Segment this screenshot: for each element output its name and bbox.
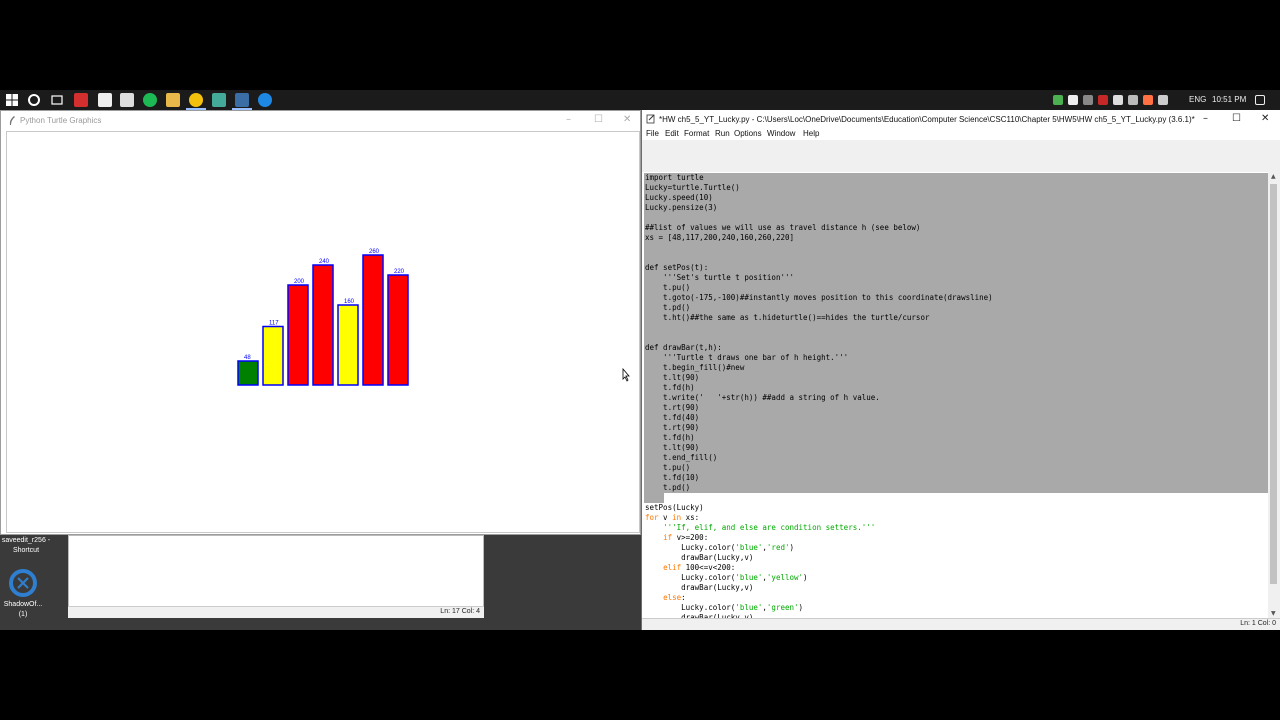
shadow-game-icon[interactable] [8, 568, 38, 598]
menu-options[interactable]: Options [734, 129, 762, 138]
status-line-col: Ln: 1 Col: 0 [1240, 620, 1276, 627]
bar-value-label: 240 [319, 259, 330, 265]
acrobat-icon[interactable] [74, 93, 88, 107]
menu-edit[interactable]: Edit [665, 129, 679, 138]
mouse-cursor-icon [622, 368, 630, 382]
mail-icon[interactable] [120, 93, 134, 107]
tray-icon[interactable] [1143, 95, 1153, 105]
bar-value-label: 260 [369, 249, 380, 255]
status-line-col: Ln: 17 Col: 4 [440, 608, 480, 615]
bar-value-label: 117 [269, 321, 279, 327]
chart-bar [387, 274, 409, 386]
close-button[interactable]: ✕ [623, 114, 631, 125]
maximize-button[interactable]: ☐ [1232, 113, 1241, 124]
tray-icon[interactable] [1098, 95, 1108, 105]
tray-icon[interactable] [1053, 95, 1063, 105]
editor-toolbar-area [642, 140, 1280, 172]
chrome-icon[interactable] [189, 93, 203, 107]
spotify-icon[interactable] [143, 93, 157, 107]
menu-run[interactable]: Run [715, 129, 730, 138]
python-idle-icon[interactable] [235, 93, 249, 107]
idle-app-icon [646, 114, 655, 124]
calculator-icon[interactable] [98, 93, 112, 107]
menu-window[interactable]: Window [767, 129, 795, 138]
desktop-shortcut-label[interactable]: saveedit_r256 - Shortcut [0, 536, 52, 556]
menu-format[interactable]: Format [684, 129, 709, 138]
editor-statusbar: Ln: 1 Col: 0 [642, 618, 1280, 630]
chart-bar [312, 264, 334, 386]
scrollbar-thumb[interactable] [1270, 184, 1277, 584]
maximize-button[interactable]: ☐ [594, 114, 603, 125]
window-title: Python Turtle Graphics [20, 116, 102, 125]
taskbar: ENG 10:51 PM [0, 90, 1280, 110]
menu-help[interactable]: Help [803, 129, 819, 138]
chart-bar [287, 284, 309, 386]
code-text[interactable]: import turtle Lucky=turtle.Turtle() Luck… [645, 173, 993, 618]
turtle-graphics-window[interactable]: Python Turtle Graphics – ☐ ✕ 48 117 200 240… [0, 110, 641, 535]
menu-bar: File Edit Format Run Options Window Help [642, 128, 1280, 140]
bar-value-label: 48 [244, 355, 251, 361]
bar-value-label: 200 [294, 279, 305, 285]
menu-file[interactable]: File [646, 129, 659, 138]
chart-bar [362, 254, 384, 386]
notifications-icon[interactable] [1255, 95, 1265, 105]
feather-icon [9, 116, 15, 125]
window-title: *HW ch5_5_YT_Lucky.py - C:\Users\Loc\One… [659, 115, 1195, 124]
tray-language[interactable]: ENG [1189, 95, 1206, 104]
edge-icon[interactable] [258, 93, 272, 107]
task-view-icon[interactable] [50, 93, 64, 107]
onedrive-icon[interactable] [1068, 95, 1078, 105]
bar-chart: 48 117 200 240 160 260 220 [237, 249, 409, 386]
scroll-up-icon[interactable]: ▲ [1271, 173, 1276, 180]
windows-start-icon[interactable] [5, 93, 19, 107]
cortana-icon[interactable] [27, 93, 41, 107]
chart-bar [262, 325, 284, 386]
chart-bar [337, 304, 359, 386]
file-explorer-icon[interactable] [166, 93, 180, 107]
minimize-button[interactable]: – [566, 114, 571, 125]
idle-editor-window[interactable]: *HW ch5_5_YT_Lucky.py - C:\Users\Loc\One… [641, 110, 1280, 630]
bar-value-label: 160 [344, 299, 355, 305]
desktop-app-label[interactable]: ShadowOf... (1) [0, 600, 46, 620]
scroll-down-icon[interactable]: ▼ [1271, 610, 1276, 617]
tray-clock[interactable]: 10:51 PM [1212, 95, 1246, 104]
tray-icon[interactable] [1083, 95, 1093, 105]
tray-icon[interactable] [1128, 95, 1138, 105]
volume-icon[interactable] [1158, 95, 1168, 105]
bar-value-label: 220 [394, 269, 405, 275]
close-button[interactable]: ✕ [1261, 113, 1269, 124]
minimize-button[interactable]: – [1203, 113, 1208, 124]
turtle-canvas[interactable]: 48 117 200 240 160 260 220 [6, 131, 640, 533]
chart-bar [237, 360, 259, 386]
vertical-scrollbar[interactable]: ▲ ▼ [1268, 172, 1280, 618]
background-editor-statusbar: Ln: 17 Col: 4 [68, 606, 484, 618]
network-icon[interactable] [1113, 95, 1123, 105]
app-icon[interactable] [212, 93, 226, 107]
code-editor[interactable]: import turtle Lucky=turtle.Turtle() Luck… [642, 172, 1268, 618]
